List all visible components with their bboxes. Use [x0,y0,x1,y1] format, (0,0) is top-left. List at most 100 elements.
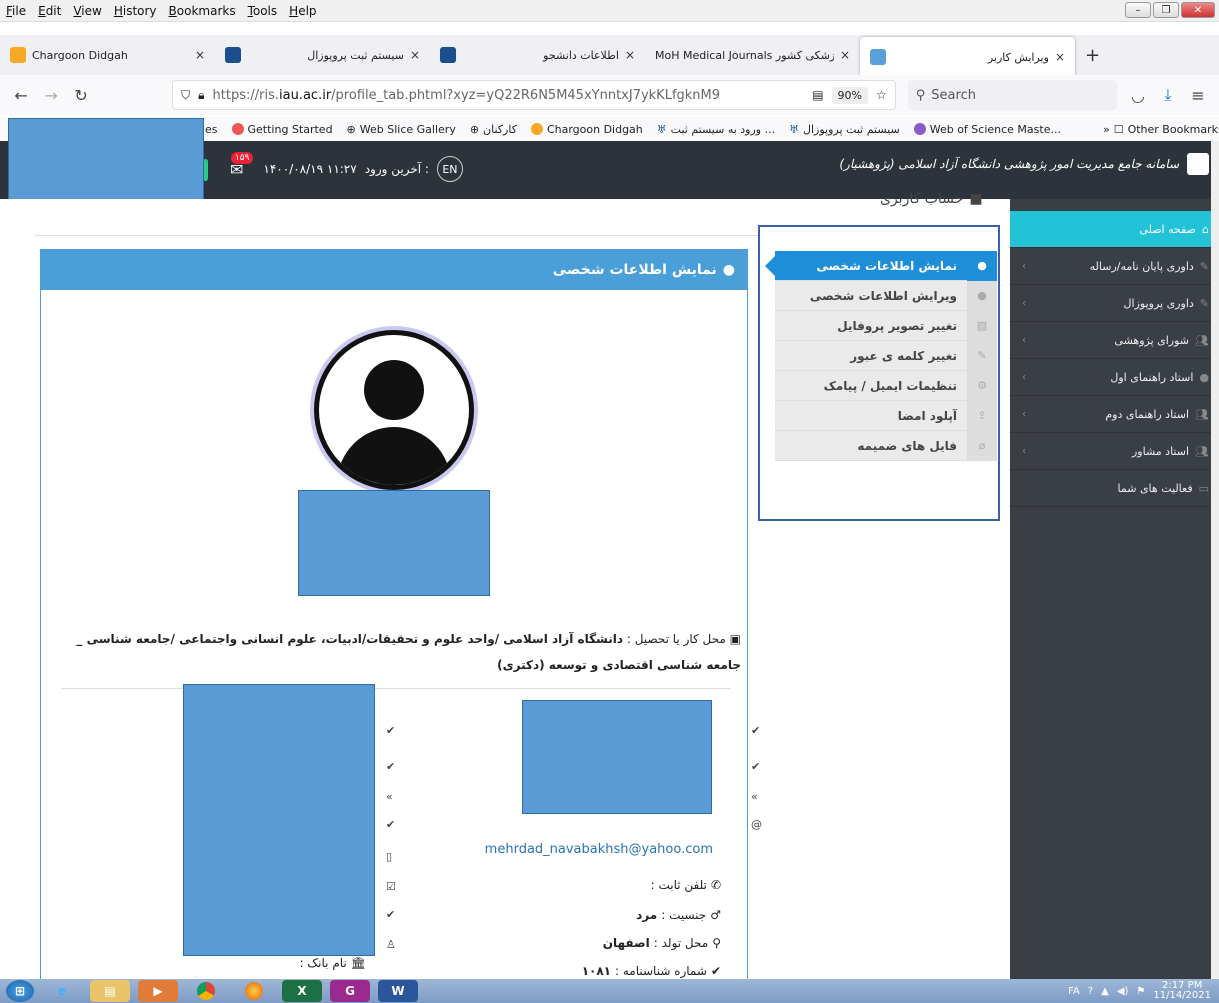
sidebar-item-research-council[interactable]: ‹ 👥︎ شورای پژوهشی [1010,322,1219,359]
zoom-level[interactable]: 90% [831,86,868,104]
menu-file[interactable]: File [0,4,32,18]
new-tab-button[interactable]: + [1075,35,1115,75]
menu-help[interactable]: Help [283,4,322,18]
wos-icon [913,123,926,135]
search-input[interactable]: ⚲ Search [907,80,1117,110]
chevron-left-icon: ‹ [1022,297,1026,309]
home-icon: ⌂ [1202,222,1209,236]
pocket-icon[interactable]: ◡ [1129,86,1147,105]
calendar-icon: ☑ [386,880,396,893]
tab-student-info[interactable]: اطلاعات دانشجو × [430,35,645,75]
bank-icon: 🏛︎ [350,956,366,970]
close-window-icon[interactable]: ✕ [1181,2,1215,18]
url-bar[interactable]: ⛉ 🔒︎ https://ris.iau.ac.ir/profile_tab.p… [172,80,896,110]
close-tab-icon[interactable]: × [195,48,205,62]
network-icon[interactable]: ▲ [1101,986,1109,997]
forward-icon[interactable]: → [42,86,60,105]
menu-edit[interactable]: Edit [32,4,67,18]
chevron-left-icon: ‹ [1022,260,1026,272]
mail-icon[interactable]: ✉ ۱۵۹ [230,151,254,179]
submenu-edit-info[interactable]: ویرایش اطلاعات شخصی ● [775,280,997,311]
sidebar-item-home[interactable]: ⌂ صفحه اصلی [1010,211,1219,248]
reload-icon[interactable]: ↻ [72,86,90,105]
bookmark-item[interactable]: ♅ سیستم ثبت پروپوزال [789,123,900,136]
menu-history[interactable]: History [108,4,163,18]
start-button[interactable]: ⊞ [6,980,34,1002]
user-icon: ♙ [386,938,396,951]
input-language[interactable]: FA [1068,986,1080,997]
email-value[interactable]: mehrdad_navabakhsh@yahoo.com [485,842,713,857]
bookmark-item[interactable]: » ☐ Other Bookmarks [1103,123,1219,136]
minimize-icon[interactable]: – [1125,2,1151,18]
help-icon[interactable]: ? [1088,986,1093,997]
site-favicon-icon [870,49,886,65]
submenu-show-info[interactable]: نمایش اطلاعات شخصی ● [765,250,997,281]
header-user-info: ✉ ۱۵۹ ۱۴۰۰/۰۸/۱۹ ۱۱:۲۷ آخرین ورود : EN [230,151,463,182]
sidebar-item-first-advisor[interactable]: ‹ ● استاد راهنمای اول [1010,359,1219,396]
chrome-icon[interactable] [186,980,226,1002]
bookmark-item[interactable]: ⊕ کارکنان [470,123,517,136]
firefox-icon[interactable] [234,980,274,1002]
menu-tools[interactable]: Tools [242,4,284,18]
pdf-icon[interactable]: G [330,980,370,1002]
close-tab-icon[interactable]: × [840,48,850,62]
ie-icon[interactable]: e [42,980,82,1002]
explorer-icon[interactable]: ▤ [90,980,130,1002]
language-switch[interactable]: EN [436,156,463,182]
close-tab-icon[interactable]: × [625,48,635,62]
volume-icon[interactable]: ◀) [1117,986,1129,997]
submenu-email-sms-settings[interactable]: تنظیمات ایمیل / پیامک ⚙ [775,370,997,401]
pen-icon: ✎ [1199,296,1209,310]
tab-title: Chargoon Didgah [32,48,128,62]
tab-edit-user[interactable]: ویرایش کاربر × [860,37,1075,77]
iau-logo-icon [225,47,241,63]
chargoon-icon [10,47,26,63]
mobile-icon: ▯ [386,850,393,863]
sidebar-item-consultant[interactable]: ‹ 👥︎ استاد مشاور [1010,433,1219,470]
media-player-icon[interactable]: ▶ [138,980,178,1002]
url-text[interactable]: https://ris.iau.ac.ir/profile_tab.phtml?… [213,88,805,103]
phone-row: ✆ تلفن ثابت : [651,878,721,892]
close-tab-icon[interactable]: × [1055,50,1065,64]
close-tab-icon[interactable]: × [410,48,420,62]
site-title: سامانه جامع مدیریت امور پژوهشی دانشگاه آ… [839,157,1179,171]
reader-icon[interactable]: ▤ [812,88,823,102]
bookmark-item[interactable]: ♅ ورود به سیستم ثبت ... [657,123,775,136]
sidebar-item-second-advisor[interactable]: ‹ 👥︎ استاد راهنمای دوم [1010,396,1219,433]
sidebar-item-proposal-review[interactable]: ‹ ✎ داوری پروپوزال [1010,285,1219,322]
clock[interactable]: 2:17 PM 11/14/2021 [1153,981,1211,1001]
bookmark-item[interactable]: Getting Started [231,123,333,136]
download-icon[interactable]: ⤓ [1159,85,1177,105]
bookmark-item[interactable]: Web of Science Maste... [913,123,1061,136]
star-icon[interactable]: ☆ [876,88,887,102]
menu-view[interactable]: View [67,4,107,18]
gender-icon: ♂ [710,908,721,922]
menu-bookmarks[interactable]: Bookmarks [163,4,242,18]
check-icon: ✔ [386,760,396,773]
bookmark-item[interactable]: ⊕ Web Slice Gallery [347,123,456,136]
submenu-change-password[interactable]: تغییر کلمه ی عبور ✎ [775,340,997,371]
sidebar-item-activities[interactable]: ▭ فعالیت های شما [1010,470,1219,507]
bookmark-item[interactable]: Chargoon Didgah [530,123,643,136]
submenu-upload-signature[interactable]: آپلود امضا ⇪ [775,400,997,431]
submenu-attachments[interactable]: فایل های ضمیمه ⌀ [775,430,997,461]
menu-icon[interactable]: ≡ [1189,86,1207,105]
paperclip-icon: ⌀ [967,430,997,461]
birthplace-value: اصفهان [602,936,650,950]
back-icon[interactable]: ← [12,86,30,105]
excel-icon[interactable]: X [282,980,322,1002]
tab-moh-journals[interactable]: MoH Medical Journals پزشکی کشور × [645,35,860,75]
tab-chargoon[interactable]: Chargoon Didgah × [0,35,215,75]
redacted-block [522,700,712,814]
maximize-icon[interactable]: ❐ [1153,2,1179,18]
alert-icon[interactable]: ⚑ [1136,986,1145,997]
bookmark-item[interactable]: es [205,123,218,136]
word-icon[interactable]: W [378,980,418,1002]
tab-proposal[interactable]: سیستم ثبت پروپوزال × [215,35,430,75]
chevron-left-icon: ‹ [1022,408,1026,420]
submenu-change-photo[interactable]: تغییر تصویر پروفایل ▨ [775,310,997,341]
page-scrollbar[interactable] [1211,141,1219,979]
sidebar-item-thesis-review[interactable]: ‹ ✎ داوری پایان نامه/رساله [1010,248,1219,285]
iau-logo-icon [440,47,456,63]
iau-logo-icon [1187,153,1209,175]
